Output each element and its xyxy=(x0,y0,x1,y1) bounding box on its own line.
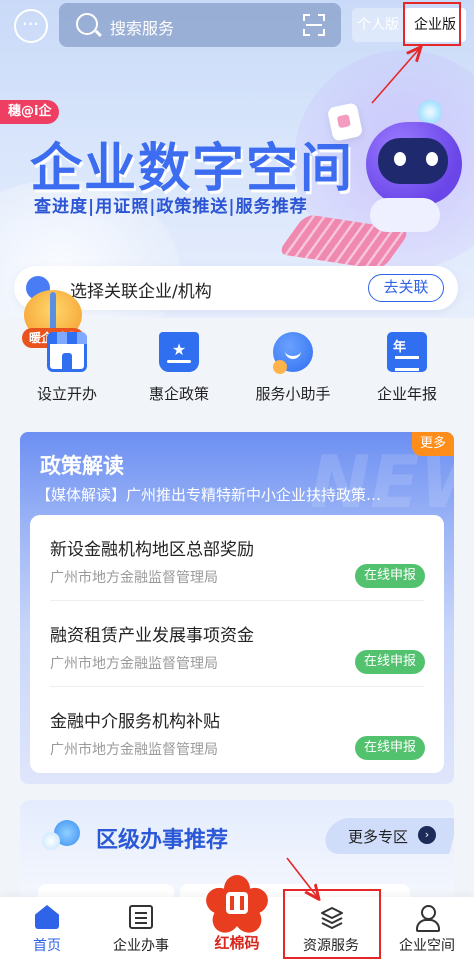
kapok-code-button[interactable]: 红棉码 xyxy=(202,875,272,965)
bottom-tab-bar: 首页 企业办事 红棉码 资源服务 企业空间 xyxy=(0,875,474,965)
tab-label: 首页 xyxy=(33,938,61,954)
quick-item-policy[interactable]: 惠企政策 xyxy=(120,330,238,410)
quick-item-establish[interactable]: 设立开办 xyxy=(8,330,126,410)
annual-report-icon xyxy=(387,332,427,372)
quick-item-annual-report[interactable]: 企业年报 xyxy=(348,330,466,410)
district-icon xyxy=(42,820,82,852)
quick-item-label: 服务小助手 xyxy=(255,385,331,403)
kapok-flower-icon xyxy=(202,875,272,939)
policy-more-button[interactable]: 更多 xyxy=(412,432,454,456)
robot-mascot xyxy=(360,100,470,232)
kapok-code-label: 红棉码 xyxy=(214,934,260,952)
user-icon xyxy=(415,905,440,932)
tab-enterprise-space[interactable]: 企业空间 xyxy=(380,897,474,965)
list-item[interactable]: 融资租赁产业发展事项资金 广州市地方金融监督管理局 在线申报 xyxy=(30,601,444,687)
quick-functions: 设立开办 惠企政策 服务小助手 企业年报 xyxy=(0,330,474,410)
quick-item-label: 设立开办 xyxy=(36,385,97,403)
scan-icon[interactable] xyxy=(303,14,325,36)
assistant-icon xyxy=(273,332,313,374)
search-bar[interactable]: 搜索服务 xyxy=(59,3,341,47)
hero-banner[interactable]: 穗@i企 企业数字空间 查进度|用证照|政策推送|服务推荐 ··· 搜索服务 个… xyxy=(0,0,474,318)
policy-item-org: 广州市地方金融监督管理局 xyxy=(50,742,218,758)
policy-item-org: 广州市地方金融监督管理局 xyxy=(50,656,218,672)
highlight-box-resources xyxy=(283,889,381,959)
list-item[interactable]: 金融中介服务机构补贴 广州市地方金融监督管理局 在线申报 xyxy=(30,687,444,773)
apply-online-button[interactable]: 在线申报 xyxy=(355,650,425,674)
policy-item-title: 金融中介服务机构补贴 xyxy=(50,712,220,732)
personal-version-tab[interactable]: 个人版 xyxy=(352,8,404,42)
search-placeholder: 搜索服务 xyxy=(110,19,175,38)
tab-home[interactable]: 首页 xyxy=(0,897,94,965)
shop-icon xyxy=(47,332,87,372)
policy-item-title: 新设金融机构地区总部奖励 xyxy=(50,540,254,560)
banner-tag: 穗@i企 xyxy=(0,100,60,124)
more-zones-label[interactable]: 更多专区 xyxy=(348,826,408,847)
quick-item-label: 惠企政策 xyxy=(148,385,209,403)
quick-item-label: 企业年报 xyxy=(376,385,437,403)
tab-label: 企业空间 xyxy=(399,938,455,954)
policy-list: 新设金融机构地区总部奖励 广州市地方金融监督管理局 在线申报 融资租赁产业发展事… xyxy=(30,515,444,773)
business-list-icon xyxy=(129,905,153,929)
apply-online-button[interactable]: 在线申报 xyxy=(355,564,425,588)
chevron-right-icon[interactable]: › xyxy=(418,826,436,844)
apply-online-button[interactable]: 在线申报 xyxy=(355,736,425,760)
home-icon xyxy=(35,905,59,929)
banner-title: 企业数字空间 xyxy=(30,139,355,199)
highlight-box-enterprise xyxy=(403,2,461,46)
policy-section: NEW 更多 政策解读 【媒体解读】广州推出专精特新中小企业扶持政策… 新设金融… xyxy=(20,432,454,784)
policy-news-link[interactable]: 【媒体解读】广州推出专精特新中小企业扶持政策… xyxy=(36,484,440,505)
associate-label: 选择关联企业/机构 xyxy=(70,282,212,302)
search-icon xyxy=(76,13,98,35)
banner-subtitle: 查进度|用证照|政策推送|服务推荐 xyxy=(34,197,308,217)
associate-button[interactable]: 去关联 xyxy=(368,274,444,302)
qr-code-icon xyxy=(226,892,248,914)
policy-item-org: 广州市地方金融监督管理局 xyxy=(50,570,218,586)
policy-icon xyxy=(159,332,199,372)
tab-business[interactable]: 企业办事 xyxy=(94,897,188,965)
tab-label: 企业办事 xyxy=(113,938,169,954)
district-title: 区级办事推荐 xyxy=(96,828,229,853)
policy-item-title: 融资租赁产业发展事项资金 xyxy=(50,626,254,646)
list-item[interactable]: 新设金融机构地区总部奖励 广州市地方金融监督管理局 在线申报 xyxy=(30,515,444,601)
message-icon[interactable]: ··· xyxy=(14,9,48,43)
quick-item-assistant[interactable]: 服务小助手 xyxy=(234,330,352,410)
policy-title: 政策解读 xyxy=(40,454,124,478)
